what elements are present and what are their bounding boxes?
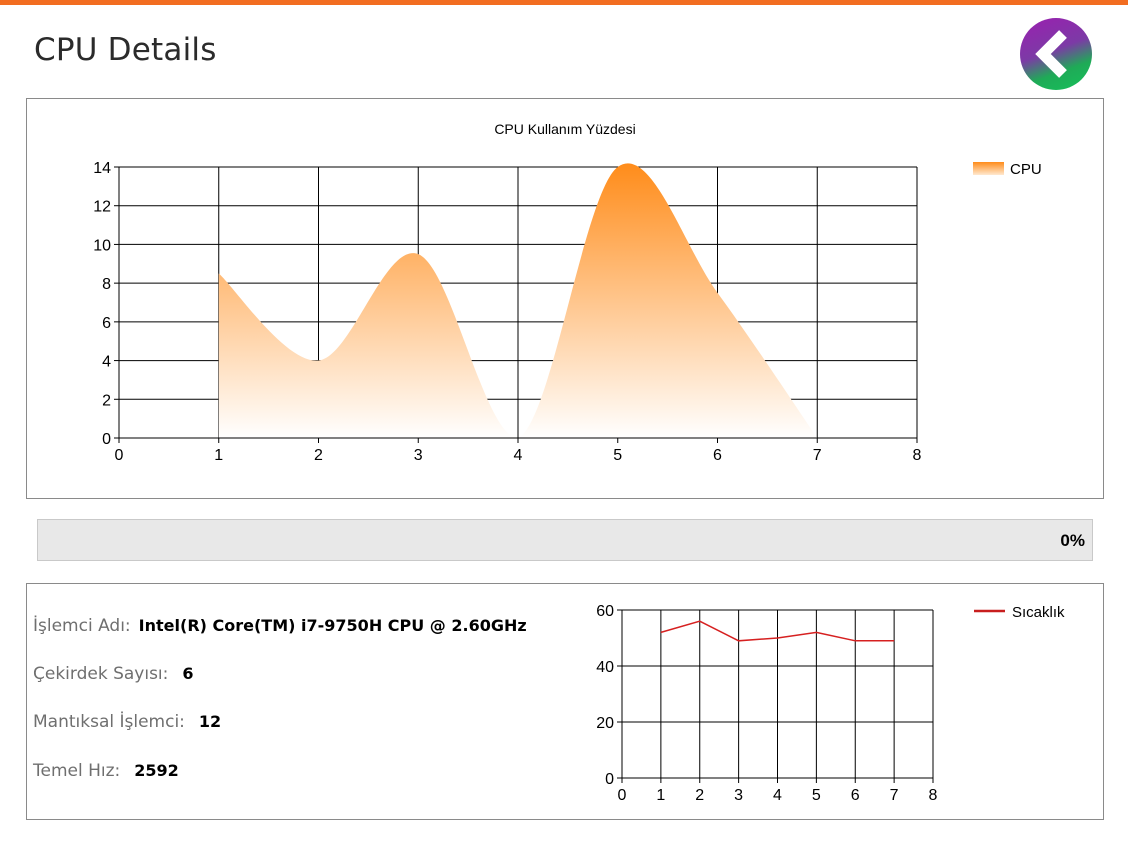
cpu-x-tick-label: 3 — [414, 447, 423, 464]
cpu-y-tick-label: 2 — [102, 392, 111, 409]
cpu-usage-chart-panel: CPU Kullanım Yüzdesi 0 1 2 3 4 5 6 7 8 0 2 4 6 8 10 12 1… — [26, 98, 1104, 499]
cpu-y-tick-label: 12 — [93, 199, 111, 216]
temp-x-tick-label: 6 — [851, 787, 860, 804]
cpu-y-tick-label: 4 — [102, 354, 111, 371]
temp-y-tick-label: 0 — [605, 771, 614, 788]
page-title: CPU Details — [34, 32, 217, 68]
temp-x-tick-label: 8 — [929, 787, 938, 804]
cpu-x-tick-label: 5 — [613, 447, 622, 464]
progress-text: 0% — [1060, 531, 1085, 550]
temp-x-tick-label: 5 — [812, 787, 821, 804]
temp-legend-label: Sıcaklık — [1012, 604, 1065, 621]
cpu-usage-chart: CPU Kullanım Yüzdesi 0 1 2 3 4 5 6 7 80246810121… — [93, 121, 1042, 464]
cpu-y-tick-label: 6 — [102, 315, 111, 332]
cpu-info-panel: İşlemci Adı: Intel(R) Core(TM) i7-9750H C… — [26, 583, 1104, 820]
cpu-progress-bar: 0% — [37, 519, 1093, 561]
back-button[interactable] — [1020, 18, 1092, 90]
cpu-legend-swatch — [973, 162, 1004, 175]
cpu-y-tick-label: 10 — [93, 237, 111, 254]
temp-y-tick-label: 40 — [596, 659, 614, 676]
temp-y-tick-label: 60 — [596, 603, 614, 620]
temp-x-tick-label: 4 — [773, 787, 782, 804]
cpu-x-tick-label: 1 — [214, 447, 223, 464]
cpu-x-tick-label: 2 — [314, 447, 323, 464]
temp-y-tick-label: 20 — [596, 715, 614, 732]
temperature-chart: 0 1 2 3 4 5 6 7 8 0 20 40 60 Sıcaklık — [596, 603, 1065, 804]
temp-x-tick-label: 1 — [656, 787, 665, 804]
cpu-y-tick-label: 0 — [102, 431, 111, 448]
cpu-x-tick-label: 0 — [115, 447, 124, 464]
temp-x-tick-label: 0 — [618, 787, 627, 804]
chevron-left-icon — [1035, 30, 1067, 78]
cpu-x-tick-label: 4 — [514, 447, 523, 464]
cpu-y-tick-label: 8 — [102, 276, 111, 293]
cpu-x-tick-label: 6 — [713, 447, 722, 464]
cpu-chart-title: CPU Kullanım Yüzdesi — [494, 121, 635, 137]
temp-x-tick-label: 2 — [695, 787, 704, 804]
temp-x-tick-label: 7 — [890, 787, 899, 804]
cpu-x-tick-label: 7 — [813, 447, 822, 464]
cpu-legend-label: CPU — [1010, 161, 1042, 178]
cpu-y-tick-label: 14 — [93, 160, 111, 177]
accent-top-bar — [0, 0, 1128, 5]
temp-x-tick-label: 3 — [734, 787, 743, 804]
cpu-x-tick-label: 8 — [913, 447, 922, 464]
